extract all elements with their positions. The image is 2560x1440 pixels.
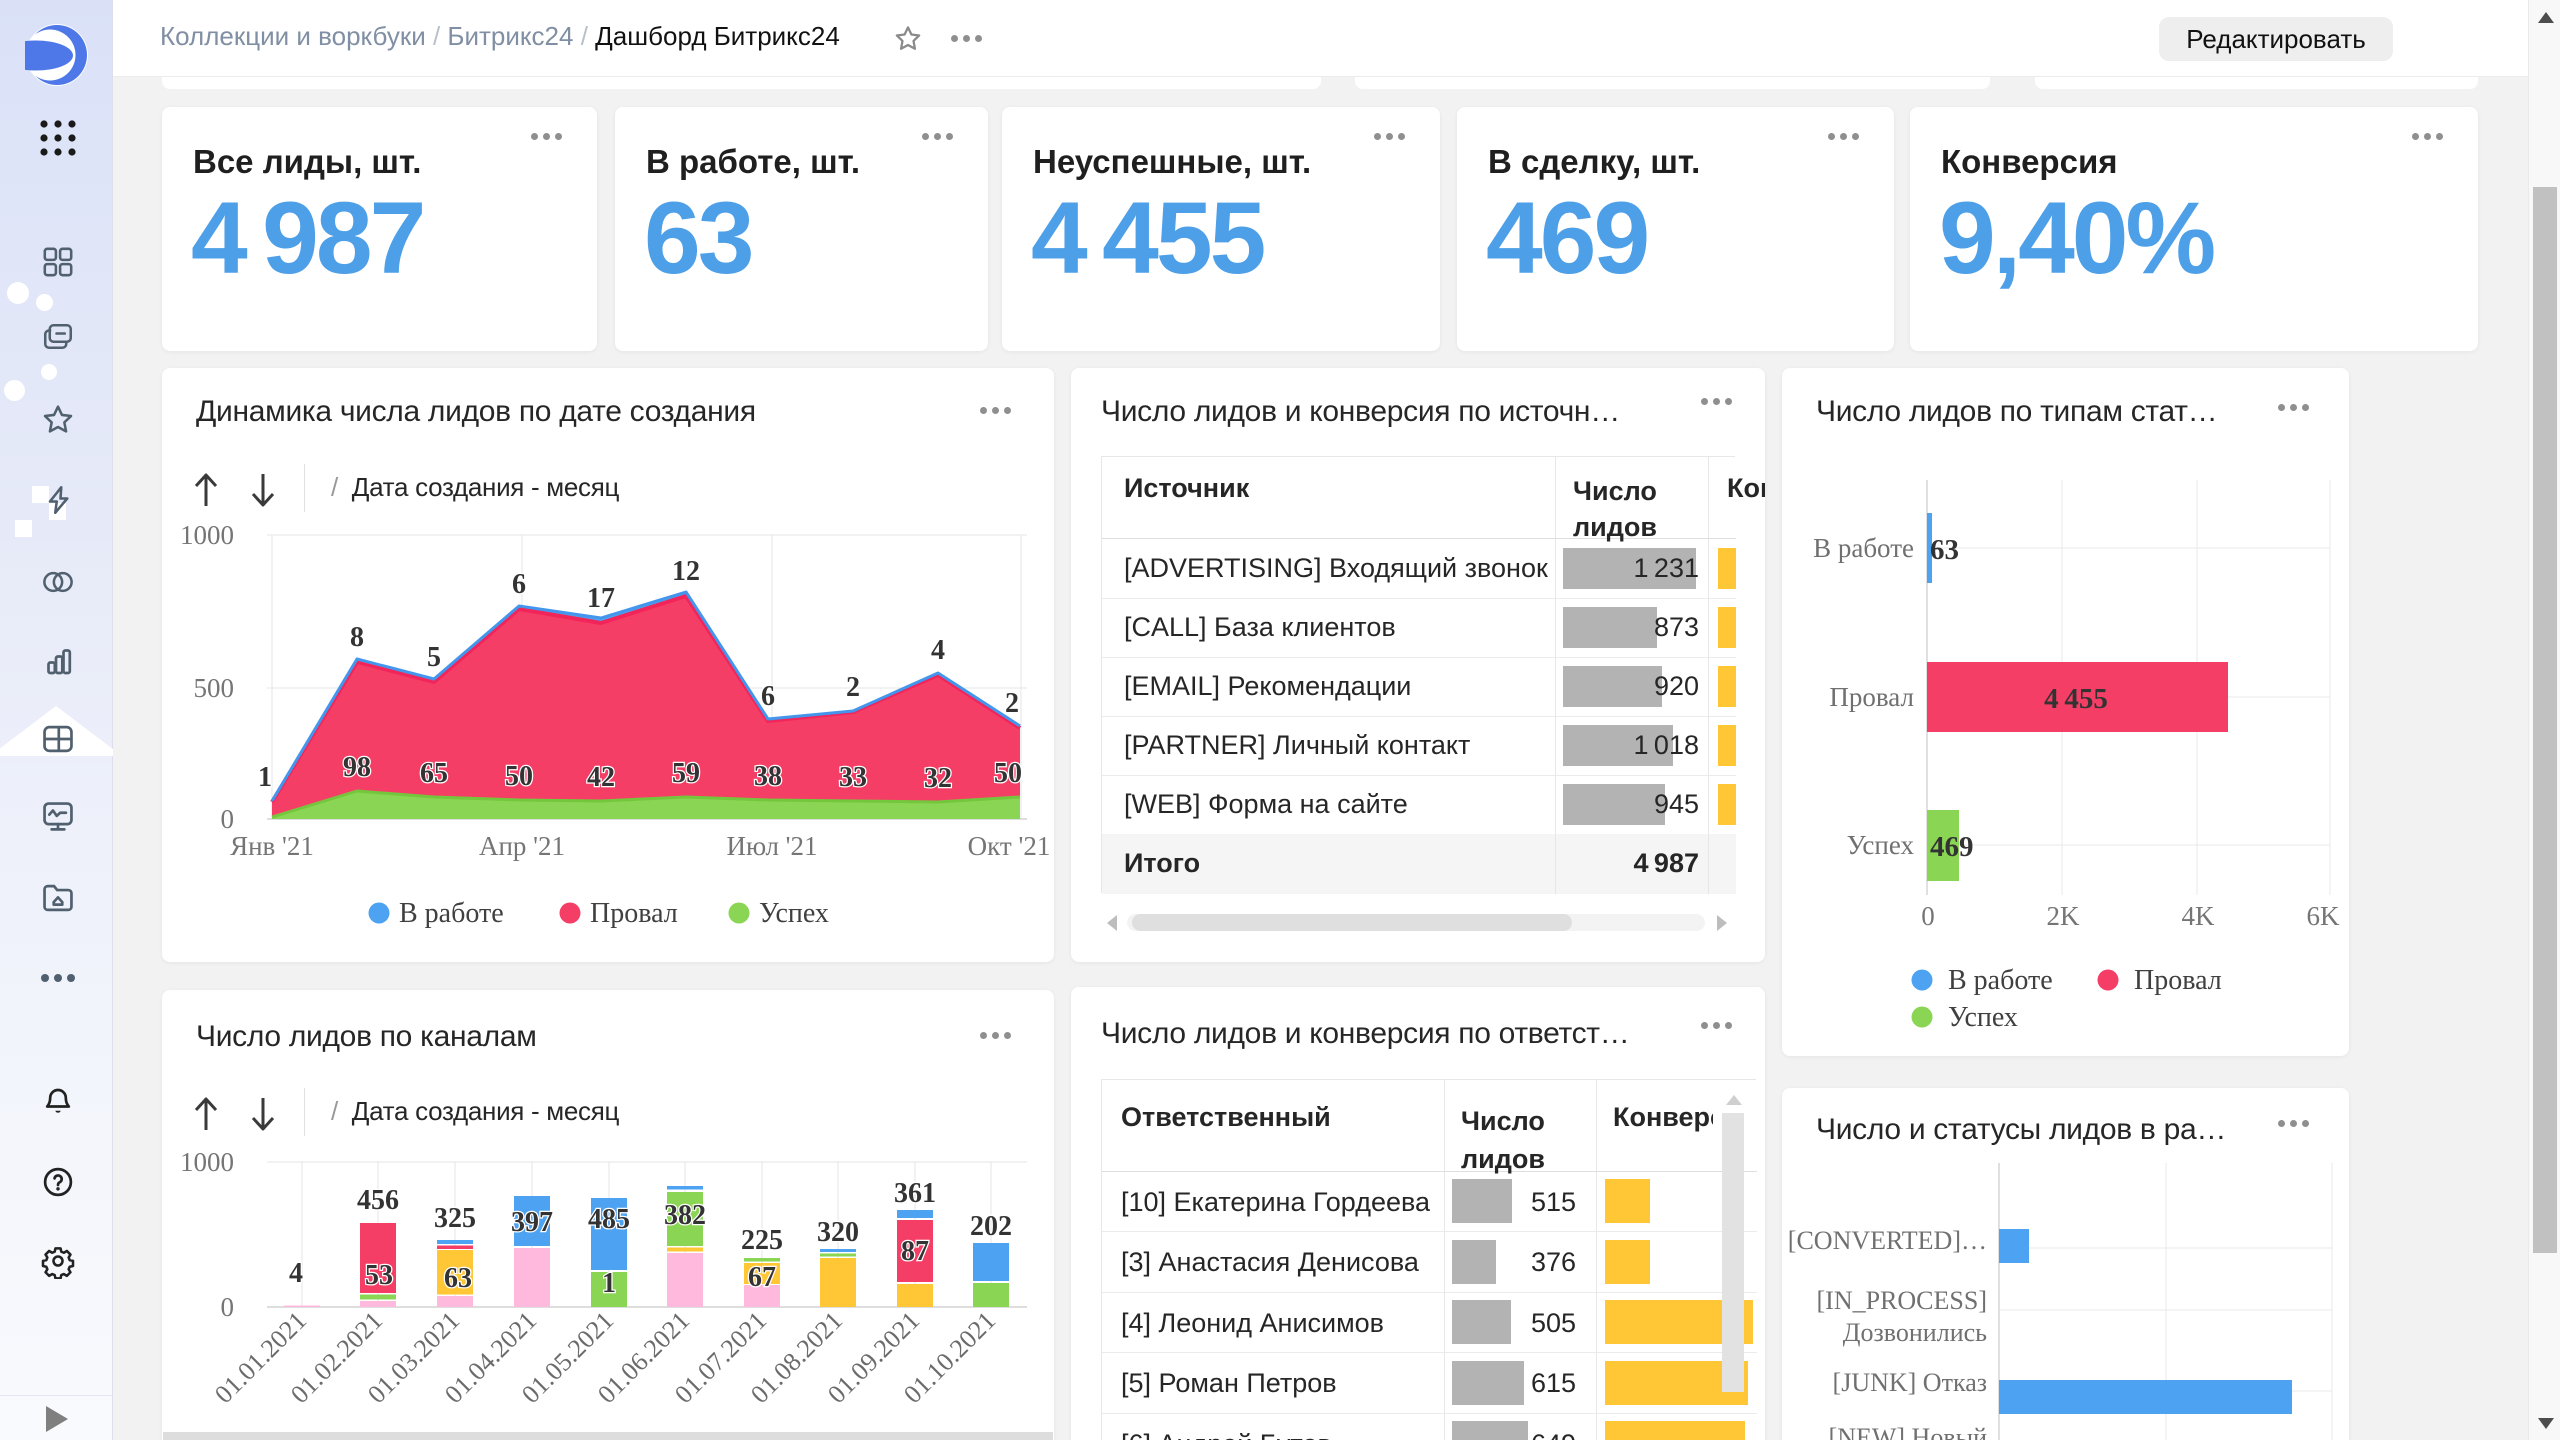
svg-text:Провал: Провал [2134,965,2222,996]
svg-text:0: 0 [1921,901,1935,931]
svg-text:В работе: В работе [399,898,504,929]
svg-text:42: 42 [587,762,615,793]
svg-text:17: 17 [587,583,615,614]
svg-text:В работе: В работе [1813,533,1914,563]
svg-text:Успех: Успех [1847,830,1915,860]
svg-text:4: 4 [931,635,945,666]
svg-text:325: 325 [434,1203,476,1234]
svg-text:33: 33 [839,762,867,793]
svg-text:Провал: Провал [1829,682,1914,712]
svg-text:53: 53 [365,1260,393,1291]
svg-text:500: 500 [194,673,235,703]
svg-text:485: 485 [588,1204,630,1235]
svg-text:Успех: Успех [1948,1002,2018,1033]
svg-text:1: 1 [258,762,272,793]
svg-text:65: 65 [420,758,448,789]
svg-text:225: 225 [741,1225,783,1256]
svg-text:6: 6 [761,681,775,712]
svg-text:Июл '21: Июл '21 [726,831,817,861]
svg-text:320: 320 [817,1217,859,1248]
svg-text:[JUNK] Отказ: [JUNK] Отказ [1833,1368,1987,1397]
svg-text:397: 397 [511,1207,553,1238]
svg-text:361: 361 [894,1178,936,1209]
svg-text:1: 1 [602,1268,616,1299]
svg-text:6: 6 [512,569,526,600]
svg-text:[IN_PROCESS]: [IN_PROCESS] [1817,1286,1987,1315]
svg-text:382: 382 [664,1200,706,1231]
svg-text:0: 0 [221,804,235,834]
svg-text:38: 38 [754,761,782,792]
svg-text:0: 0 [221,1292,235,1322]
svg-text:Янв '21: Янв '21 [230,831,314,861]
svg-text:32: 32 [924,763,952,794]
svg-text:Провал: Провал [590,898,678,929]
svg-text:50: 50 [994,758,1022,789]
svg-text:1000: 1000 [180,520,234,550]
svg-text:6K: 6K [2307,901,2341,931]
svg-text:63: 63 [1930,534,1959,566]
svg-text:63: 63 [444,1263,472,1294]
svg-text:87: 87 [901,1236,929,1267]
svg-text:202: 202 [970,1211,1012,1242]
svg-text:8: 8 [350,622,364,653]
svg-text:В работе: В работе [1948,965,2053,996]
svg-text:50: 50 [505,761,533,792]
svg-text:5: 5 [427,642,441,673]
svg-text:2: 2 [1005,688,1019,719]
svg-text:4: 4 [289,1258,303,1289]
svg-text:Успех: Успех [759,898,829,929]
svg-text:12: 12 [672,556,700,587]
svg-text:Апр '21: Апр '21 [479,831,565,861]
svg-text:1000: 1000 [180,1147,234,1177]
svg-text:59: 59 [672,758,700,789]
svg-text:[CONVERTED]…: [CONVERTED]… [1788,1226,1987,1255]
svg-text:2K: 2K [2047,901,2081,931]
svg-text:4K: 4K [2182,901,2216,931]
svg-text:[NEW] Новый: [NEW] Новый [1829,1423,1988,1440]
svg-text:Окт '21: Окт '21 [968,831,1051,861]
svg-text:98: 98 [343,752,371,783]
svg-text:456: 456 [357,1185,399,1216]
svg-text:Дозвонились: Дозвонились [1843,1318,1987,1347]
svg-text:4 455: 4 455 [2044,683,2108,715]
svg-text:2: 2 [846,672,860,703]
svg-text:67: 67 [748,1262,776,1293]
svg-text:469: 469 [1930,831,1974,863]
